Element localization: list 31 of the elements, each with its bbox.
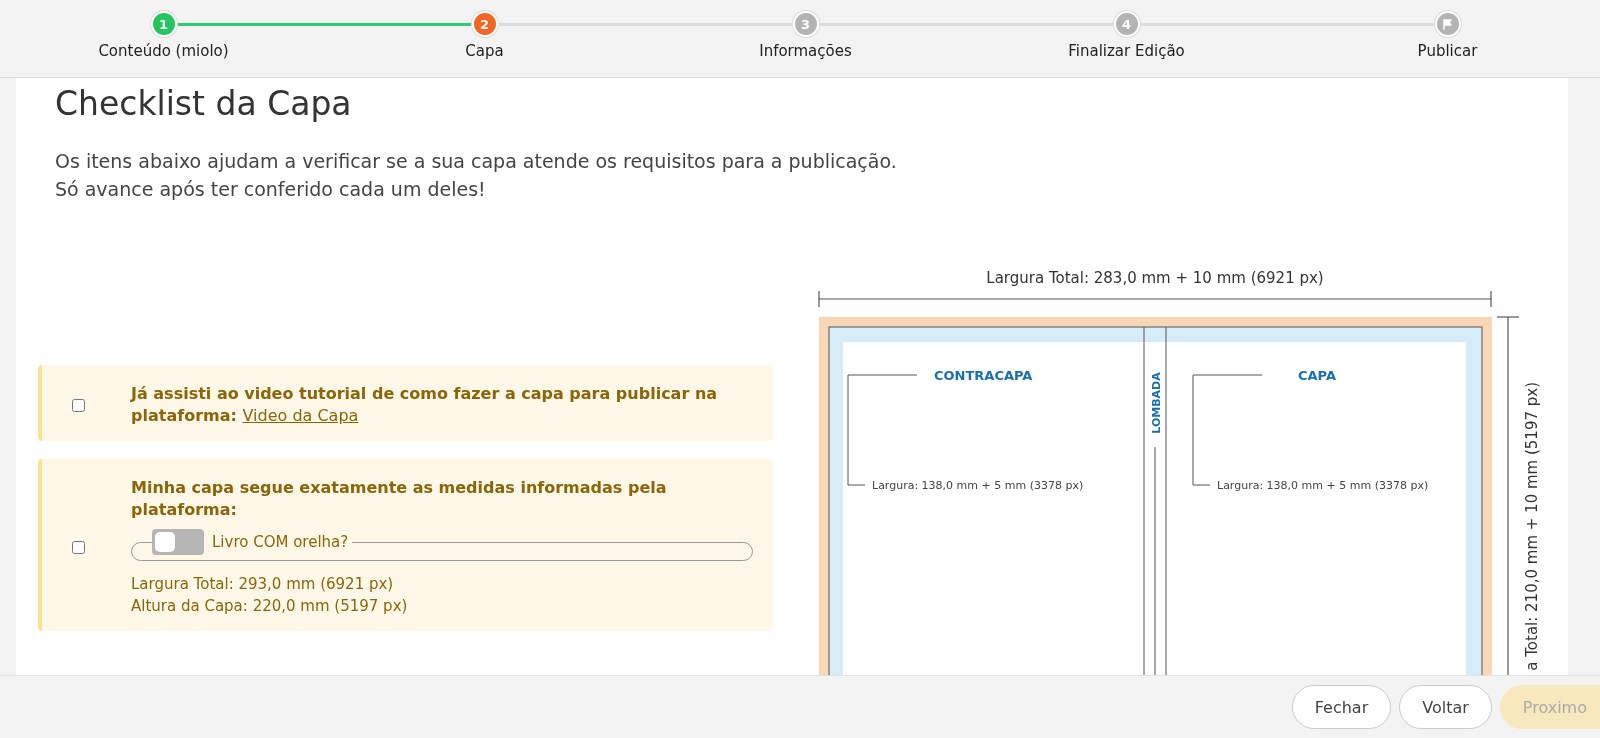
front-cover-label: CAPA	[1298, 368, 1336, 383]
step-number: 4	[1121, 16, 1131, 32]
step-number: 1	[158, 16, 168, 32]
checklist-text: Minha capa segue exatamente as medidas informadas pela plataforma:	[131, 477, 668, 521]
total-height-text: a Total: 210,0 mm + 10 mm (5197 px)	[1523, 382, 1541, 671]
measure-text: Altura da Capa: 220,0 mm (5197 px)	[131, 596, 409, 617]
intro-text: Só avance após ter conferido cada um deles!	[55, 177, 487, 202]
step-label: Conteúdo (miolo)	[98, 42, 229, 60]
step-label: Finalizar Edição	[1068, 42, 1185, 60]
page-title: Checklist da Capa	[55, 84, 353, 123]
spine-label: LOMBADA	[1150, 372, 1163, 434]
step-number: 3	[800, 16, 810, 32]
step-number: 2	[479, 16, 489, 32]
flag-icon	[1442, 18, 1453, 30]
toggle-label: Livro COM orelha?	[212, 533, 349, 551]
toggle-switch[interactable]	[152, 529, 204, 555]
checklist-text: Já assisti ao video tutorial de como fazer a capa para publicar na plataforma: Video da Capa	[131, 383, 719, 427]
checkbox[interactable]	[72, 398, 85, 412]
step-label: Capa	[465, 42, 504, 60]
front-width-text: Largura: 138,0 mm + 5 mm (3378 px)	[1217, 479, 1429, 492]
checkbox[interactable]	[72, 540, 85, 554]
intro-text: Os itens abaixo ajudam a verificar se a sua capa atende os requisitos para a publicação.	[55, 149, 898, 174]
step-label: Informações	[759, 42, 852, 60]
measure-text: Largura Total: 293,0 mm (6921 px)	[131, 574, 395, 595]
step-label: Publicar	[1417, 42, 1478, 60]
back-width-text: Largura: 138,0 mm + 5 mm (3378 px)	[872, 479, 1084, 492]
footer-button[interactable]: Fechar	[1291, 685, 1392, 729]
back-cover-label: CONTRACAPA	[934, 368, 1033, 383]
video-link[interactable]: Video da Capa	[242, 406, 359, 425]
footer-button[interactable]: Voltar	[1399, 685, 1492, 729]
total-width-text: Largura Total: 283,0 mm + 10 mm (6921 px)	[986, 269, 1324, 287]
